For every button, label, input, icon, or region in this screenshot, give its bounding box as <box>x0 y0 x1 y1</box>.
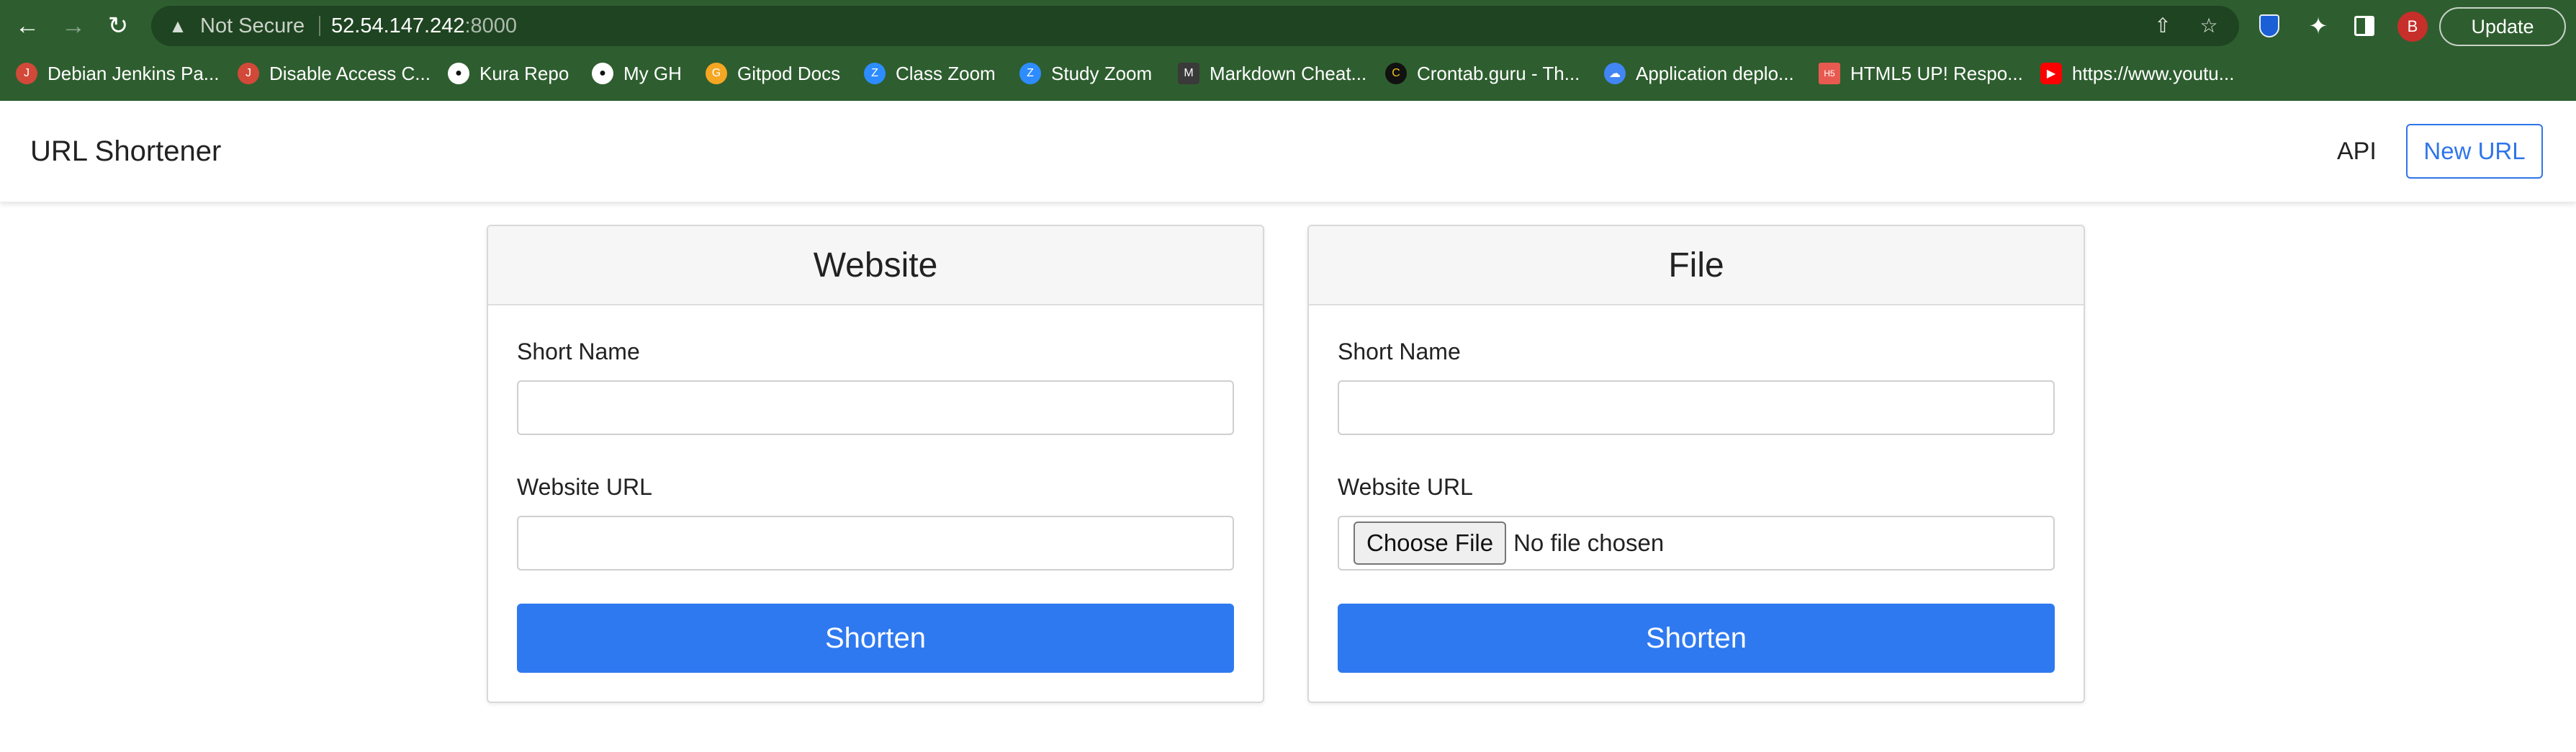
new-url-button[interactable]: New URL <box>2406 124 2543 179</box>
bookmark-label: Class Zoom <box>896 62 996 84</box>
short-name-label: Short Name <box>517 339 640 364</box>
bookmark-label: HTML5 UP! Respo... <box>1850 62 2023 84</box>
app-navbar: URL Shortener API New URL <box>0 101 2576 202</box>
extensions-button[interactable]: ✦ <box>2302 10 2334 42</box>
browser-chrome: ← → ↻ ▲ Not Secure 52.54.147.242:8000 ⇧ … <box>0 0 2576 101</box>
zoom-icon: Z <box>1019 63 1041 84</box>
bookmark-label: Application deplo... <box>1636 62 1794 84</box>
bookmark-label: https://www.youtu... <box>2072 62 2235 84</box>
bookmark-item[interactable]: Z Class Zoom <box>864 56 996 91</box>
bookmark-item[interactable]: ● Kura Repo <box>448 56 569 91</box>
bookmark-label: Crontab.guru - Th... <box>1417 62 1580 84</box>
jenkins-icon: J <box>16 63 37 84</box>
puzzle-icon: ✦ <box>2308 13 2328 39</box>
reload-button[interactable]: ↻ <box>102 10 134 42</box>
shield-icon <box>2259 14 2279 37</box>
side-panel-button[interactable] <box>2348 10 2380 42</box>
website-card-title: Website <box>488 226 1263 305</box>
bookmark-item[interactable]: ● My GH <box>592 56 682 91</box>
bookmark-item[interactable]: M Markdown Cheat... <box>1178 56 1366 91</box>
url-host: 52.54.147.242 <box>331 14 465 37</box>
bitwarden-extension[interactable] <box>2253 10 2285 42</box>
file-short-name-input[interactable] <box>1338 380 2055 435</box>
side-panel-icon <box>2354 16 2374 36</box>
bookmark-label: Markdown Cheat... <box>1210 62 1367 84</box>
gcp-icon: ☁ <box>1604 63 1626 84</box>
bookmark-label: Debian Jenkins Pa... <box>48 62 220 84</box>
bookmark-label: My GH <box>623 62 682 84</box>
reload-icon: ↻ <box>107 12 129 40</box>
website-url-input[interactable] <box>517 516 1234 570</box>
arrow-left-icon: ← <box>15 12 40 40</box>
website-card: Website Short Name Website URL Shorten <box>487 225 1264 703</box>
bookmark-item[interactable]: J Disable Access C... <box>238 56 431 91</box>
github-icon: ● <box>448 63 469 84</box>
bookmark-item[interactable]: ☁ Application deplo... <box>1604 56 1794 91</box>
arrow-right-icon: → <box>61 12 86 40</box>
short-name-input[interactable] <box>517 380 1234 435</box>
api-link[interactable]: API <box>2337 101 2377 202</box>
bookmark-item[interactable]: C Crontab.guru - Th... <box>1385 56 1580 91</box>
bookmark-label: Gitpod Docs <box>737 62 841 84</box>
crontab-icon: C <box>1385 63 1407 84</box>
brand-title[interactable]: URL Shortener <box>30 101 221 202</box>
no-file-text: No file chosen <box>1513 529 1665 556</box>
file-card: File Short Name Website URL Choose File … <box>1307 225 2085 703</box>
url-port: :8000 <box>464 14 518 37</box>
star-icon[interactable]: ☆ <box>2196 13 2222 39</box>
github-icon: ● <box>592 63 613 84</box>
html5up-icon: H5 <box>1819 63 1840 84</box>
bookmarks-bar: J Debian Jenkins Pa... J Disable Access C.… <box>0 56 2576 91</box>
youtube-icon: ▶ <box>2040 63 2062 84</box>
shorten-file-button[interactable]: Shorten <box>1338 604 2055 673</box>
markdown-icon: M <box>1178 63 1199 84</box>
choose-file-button[interactable]: Choose File <box>1354 522 1507 565</box>
bookmark-item[interactable]: H5 HTML5 UP! Respo... <box>1819 56 2023 91</box>
jenkins-icon: J <box>238 63 259 84</box>
bookmark-item[interactable]: Z Study Zoom <box>1019 56 1152 91</box>
omnibox-divider <box>319 16 320 36</box>
file-short-name-label: Short Name <box>1338 339 1461 364</box>
file-input[interactable]: Choose File No file chosen <box>1338 516 2055 570</box>
warning-icon: ▲ <box>168 15 187 37</box>
update-button[interactable]: Update <box>2439 7 2566 46</box>
share-icon[interactable]: ⇧ <box>2150 13 2176 39</box>
browser-toolbar: ← → ↻ ▲ Not Secure 52.54.147.242:8000 ⇧ … <box>0 0 2576 52</box>
profile-avatar[interactable]: B <box>2397 12 2428 42</box>
bookmark-item[interactable]: ▶ https://www.youtu... <box>2040 56 2234 91</box>
file-url-label: Website URL <box>1338 474 1473 500</box>
security-indicator[interactable]: Not Secure <box>200 6 305 46</box>
back-button[interactable]: ← <box>12 10 43 42</box>
forward-button[interactable]: → <box>58 10 89 42</box>
file-card-title: File <box>1309 226 2084 305</box>
bookmark-item[interactable]: G Gitpod Docs <box>706 56 840 91</box>
url-text[interactable]: 52.54.147.242:8000 <box>331 6 517 46</box>
bookmark-label: Kura Repo <box>479 62 569 84</box>
zoom-icon: Z <box>864 63 886 84</box>
website-url-label: Website URL <box>517 474 652 500</box>
bookmark-label: Disable Access C... <box>269 62 431 84</box>
address-bar[interactable]: ▲ Not Secure 52.54.147.242:8000 ⇧ ☆ <box>151 6 2239 46</box>
gitpod-icon: G <box>706 63 727 84</box>
shorten-website-button[interactable]: Shorten <box>517 604 1234 673</box>
bookmark-label: Study Zoom <box>1051 62 1153 84</box>
bookmark-item[interactable]: J Debian Jenkins Pa... <box>16 56 219 91</box>
